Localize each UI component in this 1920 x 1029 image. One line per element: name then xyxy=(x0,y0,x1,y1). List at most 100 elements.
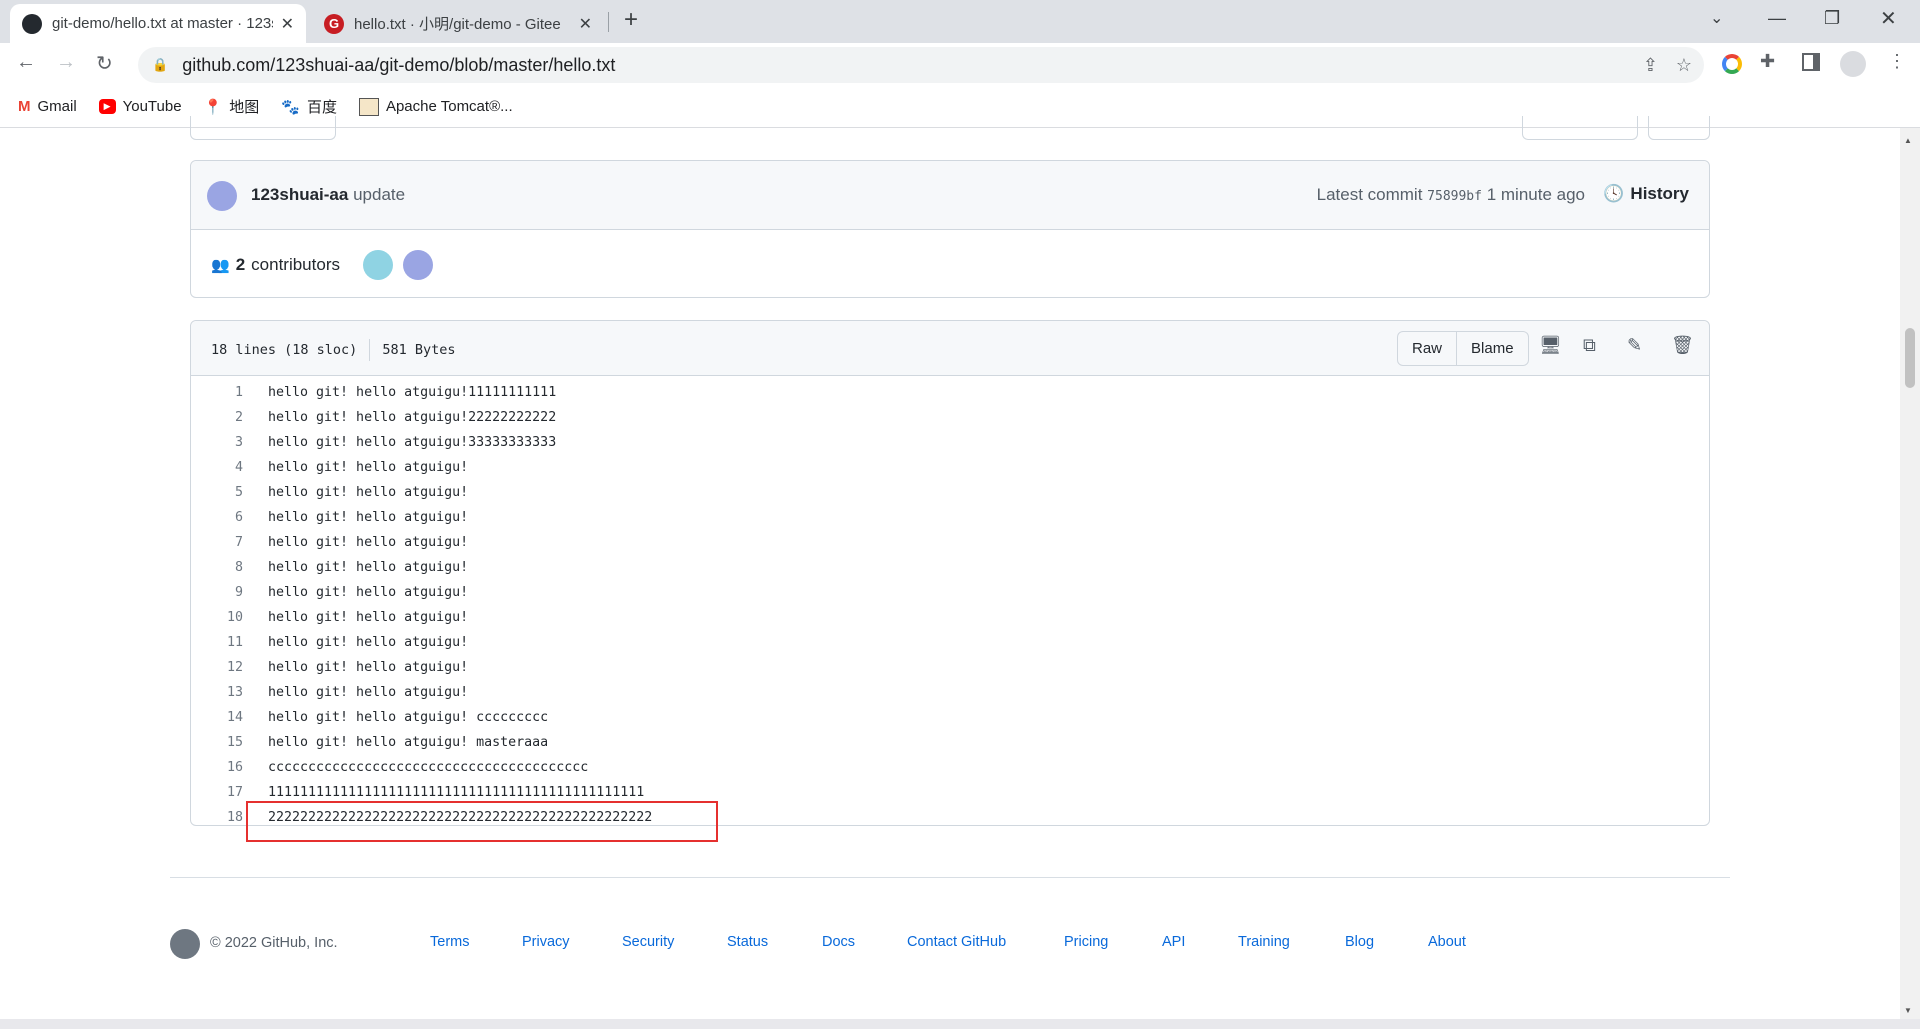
line-number[interactable]: 5 xyxy=(191,485,243,500)
blame-button[interactable]: Blame xyxy=(1457,332,1528,365)
highlight-annotation-box xyxy=(246,801,718,842)
share-icon[interactable]: ⇪ xyxy=(1643,55,1658,76)
scrollbar-thumb[interactable] xyxy=(1905,328,1915,388)
code-line: 9 hello git! hello atguigu! xyxy=(191,580,468,605)
line-number[interactable]: 11 xyxy=(191,635,243,650)
address-row: ← → ↻ 🔒 github.com/123shuai-aa/git-demo/… xyxy=(0,43,1920,86)
commit-sha-link[interactable]: 75899bf xyxy=(1427,189,1482,204)
tab-search-chevron-icon[interactable]: ⌄ xyxy=(1710,8,1723,28)
reload-icon[interactable]: ↻ xyxy=(96,51,113,76)
footer-link-blog[interactable]: Blog xyxy=(1345,934,1374,950)
copy-icon[interactable]: ⧉ xyxy=(1583,335,1596,356)
line-number[interactable]: 16 xyxy=(191,760,243,775)
extension-icon[interactable] xyxy=(1722,54,1742,74)
line-number[interactable]: 7 xyxy=(191,535,243,550)
footer-link-training[interactable]: Training xyxy=(1238,934,1290,950)
line-number[interactable]: 8 xyxy=(191,560,243,575)
footer-link-docs[interactable]: Docs xyxy=(822,934,855,950)
line-number[interactable]: 2 xyxy=(191,410,243,425)
line-number[interactable]: 18 xyxy=(191,810,243,825)
footer-link-terms[interactable]: Terms xyxy=(430,934,469,950)
desktop-icon[interactable]: 🖥 xyxy=(1539,335,1562,356)
page-scrollbar[interactable]: ▲ ▼ xyxy=(1900,128,1920,1019)
line-number[interactable]: 15 xyxy=(191,735,243,750)
line-content: hello git! hello atguigu!22222222222 xyxy=(268,410,557,425)
bookmark-baidu[interactable]: 🐾 百度 xyxy=(281,96,337,117)
minimize-icon[interactable]: — xyxy=(1768,8,1786,29)
tab-gitee[interactable]: G hello.txt · 小明/git-demo - Gitee ✕ xyxy=(312,4,604,43)
tab-divider xyxy=(608,12,609,32)
footer-link-status[interactable]: Status xyxy=(727,934,768,950)
close-window-icon[interactable]: ✕ xyxy=(1880,6,1897,31)
close-tab-icon[interactable]: ✕ xyxy=(579,14,592,34)
bookmark-star-icon[interactable]: ☆ xyxy=(1676,55,1692,76)
footer-link-privacy[interactable]: Privacy xyxy=(522,934,570,950)
tab-strip: git-demo/hello.txt at master · 123shuai-… xyxy=(0,0,1920,43)
raw-blame-group: Raw Blame xyxy=(1397,331,1529,366)
history-button[interactable]: 🕓 History xyxy=(1603,184,1689,204)
close-tab-icon[interactable]: ✕ xyxy=(281,14,294,34)
go-to-file-button[interactable] xyxy=(1522,116,1638,140)
history-clock-icon: 🕓 xyxy=(1603,184,1625,203)
code-line: 7 hello git! hello atguigu! xyxy=(191,530,468,555)
line-number[interactable]: 13 xyxy=(191,685,243,700)
line-number[interactable]: 10 xyxy=(191,610,243,625)
line-number[interactable]: 14 xyxy=(191,710,243,725)
line-number[interactable]: 9 xyxy=(191,585,243,600)
tab-github[interactable]: git-demo/hello.txt at master · 123shuai-… xyxy=(10,4,306,43)
code-line: 13 hello git! hello atguigu! xyxy=(191,680,468,705)
baidu-paw-icon: 🐾 xyxy=(281,98,300,116)
contributor-avatar[interactable] xyxy=(403,250,433,280)
line-content: hello git! hello atguigu! xyxy=(268,685,469,700)
line-content: cccccccccccccccccccccccccccccccccccccccc xyxy=(268,760,589,775)
gitee-favicon-icon: G xyxy=(324,13,344,34)
commit-message-link[interactable]: update xyxy=(353,185,405,204)
footer-link-security[interactable]: Security xyxy=(622,934,674,950)
scroll-up-icon[interactable]: ▲ xyxy=(1904,136,1912,145)
back-icon[interactable]: ← xyxy=(16,51,36,74)
bookmark-gmail[interactable]: M Gmail xyxy=(18,98,77,115)
address-bar[interactable]: 🔒 github.com/123shuai-aa/git-demo/blob/m… xyxy=(138,47,1704,83)
people-icon: 👥 xyxy=(211,257,230,274)
menu-kebab-icon[interactable]: ⋮ xyxy=(1888,51,1906,72)
footer-link-about[interactable]: About xyxy=(1428,934,1466,950)
line-content: 1111111111111111111111111111111111111111… xyxy=(268,785,645,800)
code-line: 12 hello git! hello atguigu! xyxy=(191,655,468,680)
extensions-puzzle-icon[interactable]: ✚ xyxy=(1760,51,1775,72)
more-options-button[interactable] xyxy=(1648,116,1710,140)
file-header: 18 lines (18 sloc) 581 Bytes Raw Blame 🖥… xyxy=(191,321,1709,376)
line-number[interactable]: 4 xyxy=(191,460,243,475)
footer-link-pricing[interactable]: Pricing xyxy=(1064,934,1108,950)
commit-author-link[interactable]: 123shuai-aa xyxy=(251,185,348,204)
github-logo-icon[interactable] xyxy=(170,929,200,959)
contributor-avatar[interactable] xyxy=(363,250,393,280)
forward-icon[interactable]: → xyxy=(56,51,76,74)
new-tab-icon[interactable]: + xyxy=(624,6,638,34)
footer-link-api[interactable]: API xyxy=(1162,934,1185,950)
bookmark-tomcat[interactable]: Apache Tomcat®... xyxy=(358,97,513,116)
restore-icon[interactable]: ❐ xyxy=(1824,8,1840,29)
copyright: © 2022 GitHub, Inc. xyxy=(210,935,338,951)
scroll-down-icon[interactable]: ▼ xyxy=(1904,1006,1912,1015)
raw-button[interactable]: Raw xyxy=(1398,332,1458,365)
profile-avatar-icon[interactable] xyxy=(1840,51,1866,77)
side-panel-icon[interactable] xyxy=(1802,53,1820,71)
file-lines-info: 18 lines (18 sloc) xyxy=(211,342,358,358)
delete-trash-icon[interactable]: 🗑 xyxy=(1671,335,1694,356)
footer-link-contact-github[interactable]: Contact GitHub xyxy=(907,934,1006,950)
line-number[interactable]: 6 xyxy=(191,510,243,525)
bookmark-maps[interactable]: 📍 地图 xyxy=(204,96,260,117)
line-content: hello git! hello atguigu! xyxy=(268,535,469,550)
line-number[interactable]: 3 xyxy=(191,435,243,450)
code-line: 3 hello git! hello atguigu!33333333333 xyxy=(191,430,556,455)
line-number[interactable]: 17 xyxy=(191,785,243,800)
line-content: hello git! hello atguigu! ccccccccc xyxy=(268,710,549,725)
bookmark-youtube[interactable]: ▶ YouTube xyxy=(98,98,182,115)
footer-divider xyxy=(170,877,1730,878)
branch-select-button[interactable] xyxy=(190,116,336,140)
edit-pencil-icon[interactable]: ✎ xyxy=(1627,335,1642,356)
line-number[interactable]: 12 xyxy=(191,660,243,675)
line-number[interactable]: 1 xyxy=(191,385,243,400)
contributors-link[interactable]: 👥 2 contributors xyxy=(211,255,340,275)
author-avatar[interactable] xyxy=(207,181,237,211)
